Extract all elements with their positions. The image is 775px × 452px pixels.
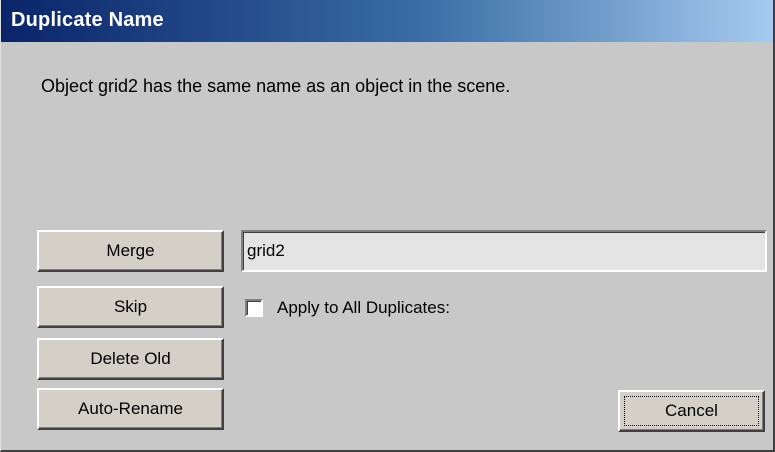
cancel-button-label: Cancel [665,401,718,420]
apply-all-label[interactable]: Apply to All Duplicates: [277,298,450,318]
title-bar[interactable]: Duplicate Name [1,0,773,42]
merge-button[interactable]: Merge [37,230,224,272]
duplicate-name-dialog: Duplicate Name Object grid2 has the same… [0,0,775,452]
cancel-button[interactable]: Cancel [618,390,765,432]
delete-old-button[interactable]: Delete Old [37,338,224,380]
apply-all-checkbox[interactable] [245,299,263,317]
duplicate-message: Object grid2 has the same name as an obj… [41,76,511,96]
skip-button[interactable]: Skip [37,286,224,328]
new-name-input[interactable] [241,230,767,272]
window-title: Duplicate Name [11,9,164,31]
auto-rename-button[interactable]: Auto-Rename [37,388,224,430]
apply-all-row[interactable]: Apply to All Duplicates: [245,298,450,318]
